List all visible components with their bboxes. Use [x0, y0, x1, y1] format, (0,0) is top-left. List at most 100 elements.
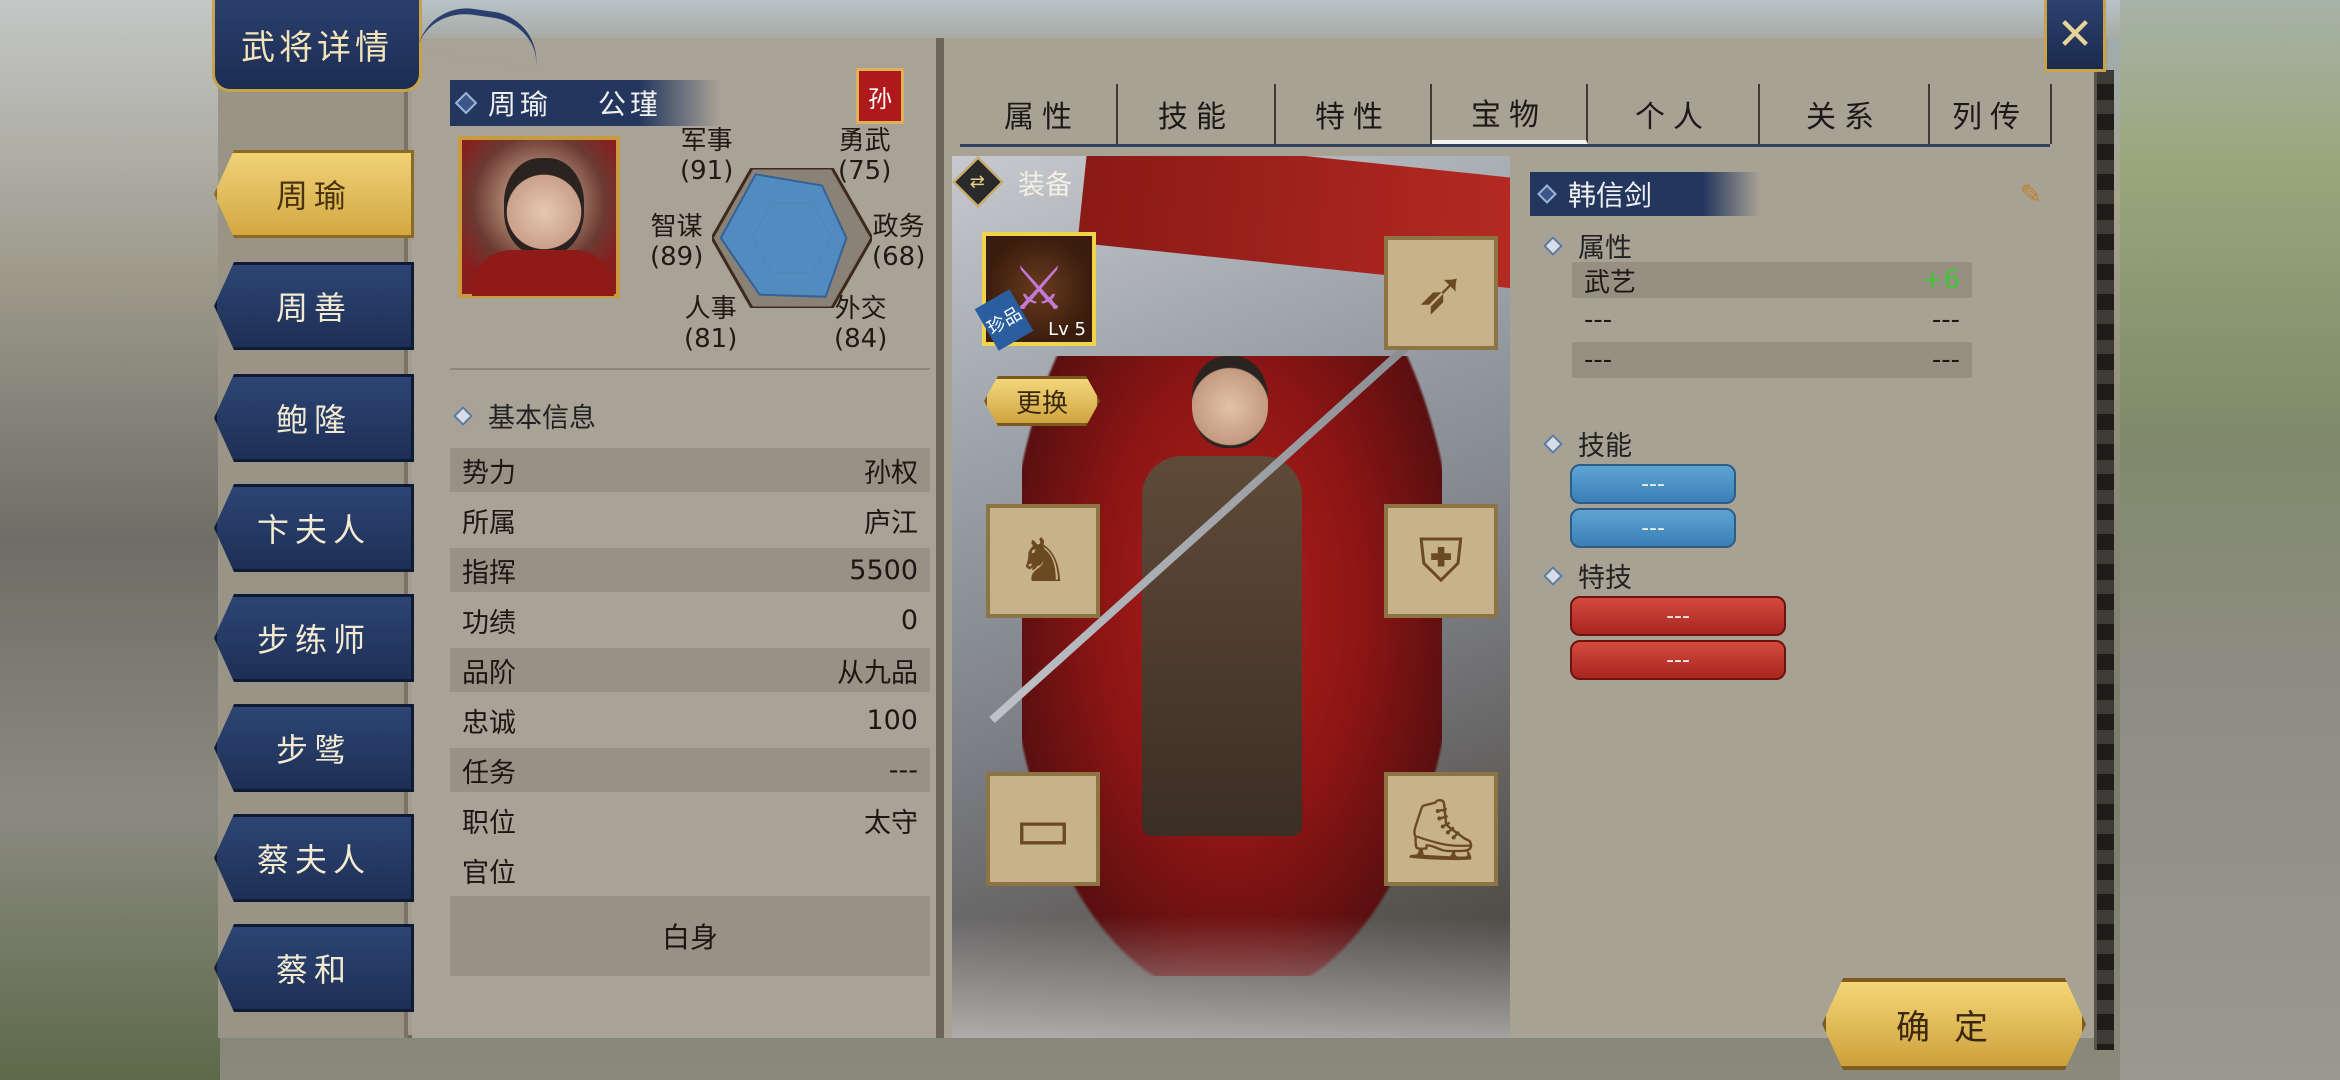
stat-value: (81) [684, 324, 738, 354]
info-row-merit: 功绩 0 [450, 598, 930, 642]
equip-slot-scroll[interactable]: ▭ [986, 772, 1100, 886]
stat-strategy: 智谋 (89) [650, 212, 703, 272]
hero-courtesy-name: 公瑾 [598, 88, 663, 121]
treasure-name-bar: 韩信剑 [1530, 172, 1760, 216]
swap-icon: ⇄ [952, 156, 1004, 208]
bow-icon: ➶ [1415, 258, 1467, 328]
diamond-icon [454, 91, 478, 115]
hero-tab-8[interactable]: 蔡和 [214, 924, 414, 1012]
info-value: 太守 [864, 807, 918, 839]
diamond-icon [453, 405, 473, 426]
background-right-scenery [2120, 0, 2340, 1080]
equip-slot-armor[interactable]: ⛨ [1384, 504, 1498, 618]
hero-tab-2[interactable]: 周善 [214, 262, 414, 350]
close-button[interactable]: ✕ [2044, 0, 2106, 72]
section-title: 技能 [1578, 431, 1632, 462]
section-title: 基本信息 [488, 403, 596, 434]
hero-tab-1[interactable]: 周瑜 [214, 150, 414, 238]
hero-tab-6[interactable]: 步骘 [214, 704, 414, 792]
hero-tab-3[interactable]: 鲍隆 [214, 374, 414, 462]
info-row-command: 指挥 5500 [450, 548, 930, 592]
treasure-skill-slot[interactable]: --- [1570, 464, 1736, 504]
title-banner: 武将详情 [212, 0, 422, 92]
info-label: 任务 [462, 757, 516, 789]
treasure-name: 韩信剑 [1568, 179, 1653, 212]
treasure-attr-row: --- --- [1572, 342, 1972, 378]
diamond-icon [1543, 235, 1563, 256]
equip-slot-weapon[interactable]: ⚔ 珍品 Lv 5 [974, 232, 1096, 351]
hero-tab-5[interactable]: 步练师 [214, 594, 414, 682]
info-value: 0 [900, 604, 918, 636]
stats-radar-chart [712, 168, 872, 308]
attr-label: 武艺 [1584, 267, 1637, 298]
info-label: 势力 [462, 457, 516, 489]
hero-name: 周善 [275, 289, 352, 327]
tab-traits[interactable]: 特性 [1276, 84, 1432, 144]
treasure-attr-row: --- --- [1572, 302, 1972, 338]
stat-label: 勇武 [838, 126, 891, 156]
attr-label: --- [1584, 345, 1613, 375]
equip-slot-horse[interactable]: ♞ [986, 504, 1100, 618]
info-value: 从九品 [837, 657, 918, 689]
hero-name: 周瑜 [275, 177, 352, 215]
hero-name: 蔡夫人 [256, 841, 371, 879]
info-value: 5500 [849, 554, 918, 586]
tab-biography[interactable]: 列传 [1930, 84, 2052, 144]
hero-portrait[interactable] [458, 136, 620, 298]
info-row-rank: 品阶 从九品 [450, 648, 930, 692]
art-head [1192, 356, 1268, 448]
attr-label: --- [1584, 305, 1613, 335]
stat-label: 智谋 [650, 212, 703, 242]
hero-name: 蔡和 [275, 951, 352, 989]
info-label: 所属 [462, 507, 516, 539]
treasure-skill-header: 技能 [1543, 424, 1632, 463]
section-title: 属性 [1578, 233, 1632, 264]
info-label: 忠诚 [462, 707, 516, 739]
section-title: 特技 [1578, 563, 1632, 594]
equip-slot-boots[interactable]: ⛸ [1384, 772, 1498, 886]
stat-value: (68) [872, 242, 926, 272]
diamond-icon [1537, 184, 1557, 204]
tab-skills[interactable]: 技能 [1118, 84, 1276, 144]
divider [450, 368, 930, 370]
equipment-header: ⇄ 装备 [952, 156, 1072, 208]
faction-badge: 孙 [856, 68, 904, 124]
hero-tab-4[interactable]: 卞夫人 [214, 484, 414, 572]
info-row-loyalty: 忠诚 100 [450, 698, 930, 742]
treasure-special-slot[interactable]: --- [1570, 596, 1786, 636]
info-row-region: 所属 庐江 [450, 498, 930, 542]
scroll-icon: ▭ [1014, 794, 1072, 864]
attr-value: --- [1931, 305, 1960, 335]
crossed-swords-close-icon: ✕ [2056, 9, 2094, 60]
brush-icon[interactable]: ✎ [2020, 180, 2050, 210]
info-row-task: 任务 --- [450, 748, 930, 792]
weapon-level: Lv 5 [1048, 319, 1086, 340]
basic-info-header: 基本信息 [453, 396, 596, 435]
attr-value: +6 [1921, 265, 1960, 295]
hero-name-bar: 周瑜 公瑾 [450, 80, 720, 126]
art-snow [952, 916, 1510, 1038]
diamond-icon [1543, 565, 1563, 586]
info-value: 100 [866, 704, 918, 736]
treasure-attr-header: 属性 [1543, 226, 1632, 265]
stat-label: 政务 [872, 212, 925, 242]
hero-tab-7[interactable]: 蔡夫人 [214, 814, 414, 902]
info-label: 品阶 [462, 657, 516, 689]
change-equipment-button[interactable]: 更换 [984, 376, 1100, 426]
hero-name: 周瑜 [488, 88, 553, 121]
treasure-special-header: 特技 [1543, 556, 1632, 595]
tab-personal[interactable]: 个人 [1588, 84, 1760, 144]
hero-name: 步骘 [275, 731, 352, 769]
info-label: 功绩 [462, 607, 516, 639]
rank-title-box: 白身 [450, 896, 930, 976]
equip-slot-bow[interactable]: ➶ [1384, 236, 1498, 350]
treasure-skill-slot[interactable]: --- [1570, 508, 1736, 548]
tab-treasure[interactable]: 宝物 [1432, 84, 1588, 144]
treasure-special-slot[interactable]: --- [1570, 640, 1786, 680]
confirm-button[interactable]: 确定 [1822, 978, 2086, 1070]
tab-relations[interactable]: 关系 [1760, 84, 1930, 144]
stat-value: (84) [834, 324, 888, 354]
info-label: 指挥 [462, 557, 516, 589]
page-title: 武将详情 [241, 28, 393, 68]
tab-attributes[interactable]: 属性 [968, 84, 1118, 144]
